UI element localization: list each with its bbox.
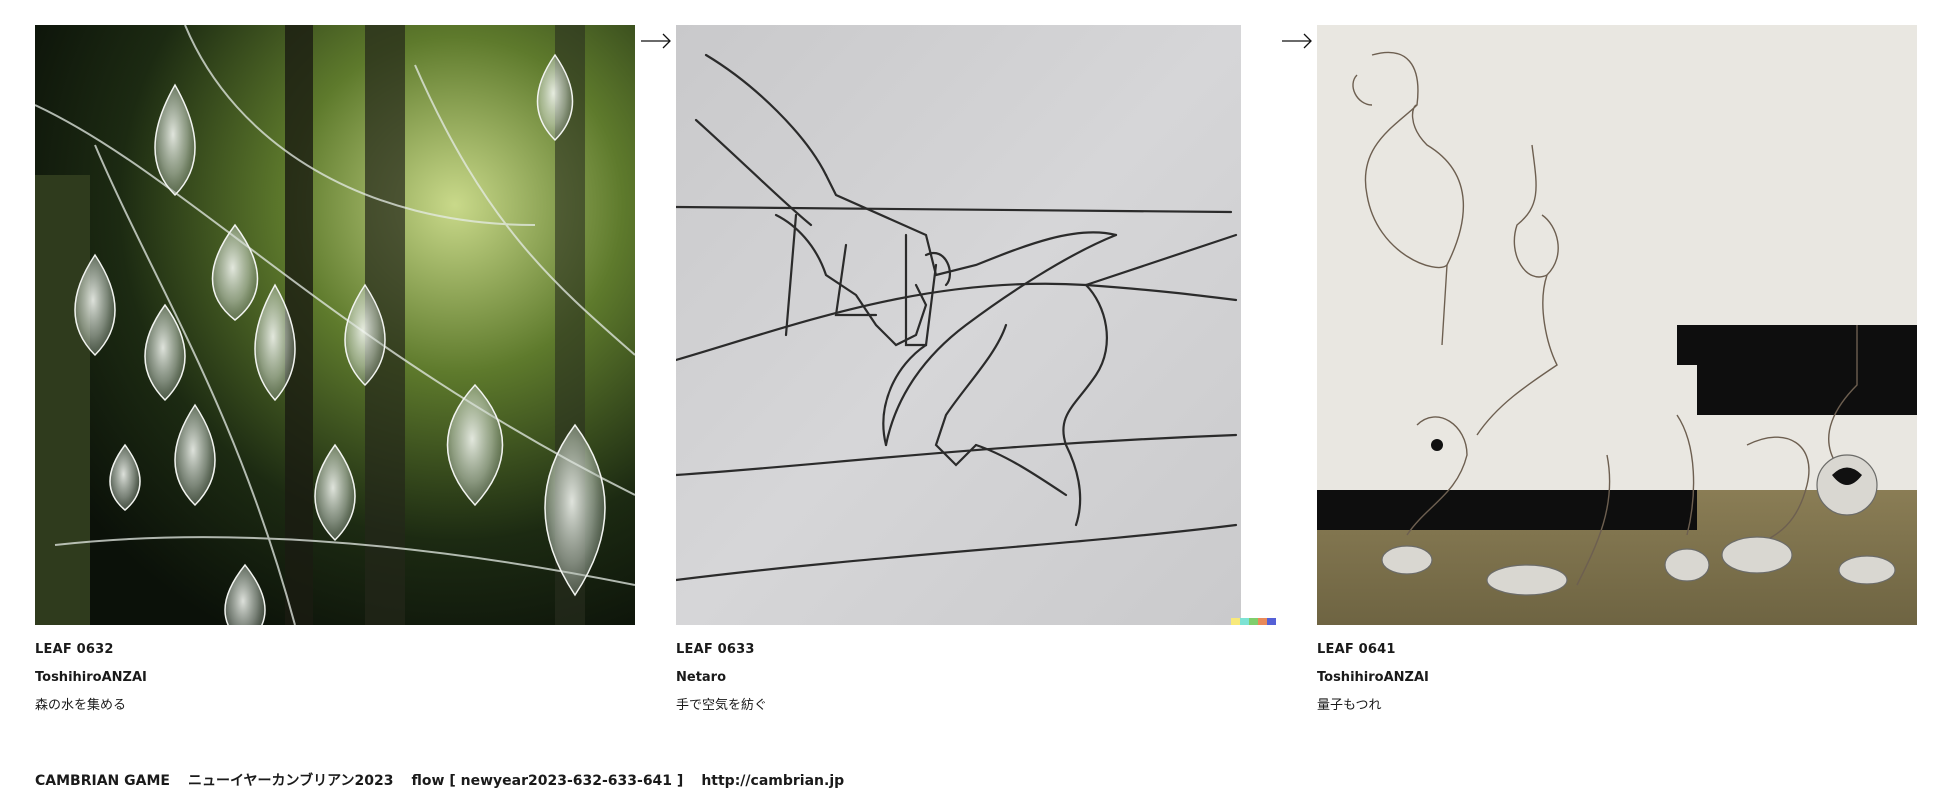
leaf-id[interactable]: LEAF 0633 bbox=[676, 636, 1276, 664]
leaf-meta: LEAF 0633 Netaro 手で空気を紡ぐ bbox=[676, 636, 1276, 720]
leaf-title: 手で空気を紡ぐ bbox=[676, 698, 768, 713]
leaf-author[interactable]: ToshihiroANZAI bbox=[1317, 664, 1917, 692]
leaf-author[interactable]: Netaro bbox=[676, 664, 1276, 692]
footer-game[interactable]: CAMBRIAN GAME bbox=[35, 773, 170, 789]
hand-line-drawing-image[interactable] bbox=[676, 25, 1276, 625]
footer: CAMBRIAN GAME ニューイヤーカンブリアン2023 flow [ newy… bbox=[35, 770, 862, 790]
right-arrow-icon bbox=[1281, 30, 1313, 52]
footer-flow: flow [ newyear2023-632-633-641 ] bbox=[411, 773, 684, 789]
forest-glass-drops-image[interactable] bbox=[35, 25, 635, 625]
footer-url[interactable]: http://cambrian.jp bbox=[701, 773, 844, 789]
leaf-id[interactable]: LEAF 0641 bbox=[1317, 636, 1917, 664]
leaf-meta: LEAF 0632 ToshihiroANZAI 森の水を集める bbox=[35, 636, 635, 720]
leaf-card-0632[interactable]: LEAF 0632 ToshihiroANZAI 森の水を集める bbox=[35, 25, 635, 720]
leaf-card-0633[interactable]: LEAF 0633 Netaro 手で空気を紡ぐ bbox=[676, 25, 1276, 720]
leaf-meta: LEAF 0641 ToshihiroANZAI 量子もつれ bbox=[1317, 636, 1917, 720]
leaf-card-0641[interactable]: LEAF 0641 ToshihiroANZAI 量子もつれ bbox=[1317, 25, 1917, 720]
page: LEAF 0632 ToshihiroANZAI 森の水を集める LEAF 06… bbox=[0, 0, 1952, 807]
footer-event[interactable]: ニューイヤーカンブリアン2023 bbox=[188, 773, 394, 789]
leaf-id[interactable]: LEAF 0632 bbox=[35, 636, 635, 664]
right-arrow-icon bbox=[640, 30, 672, 52]
surreal-wire-figures-image[interactable] bbox=[1317, 25, 1917, 625]
leaf-title: 量子もつれ bbox=[1317, 698, 1382, 713]
leaf-author[interactable]: ToshihiroANZAI bbox=[35, 664, 635, 692]
leaf-title: 森の水を集める bbox=[35, 698, 127, 713]
